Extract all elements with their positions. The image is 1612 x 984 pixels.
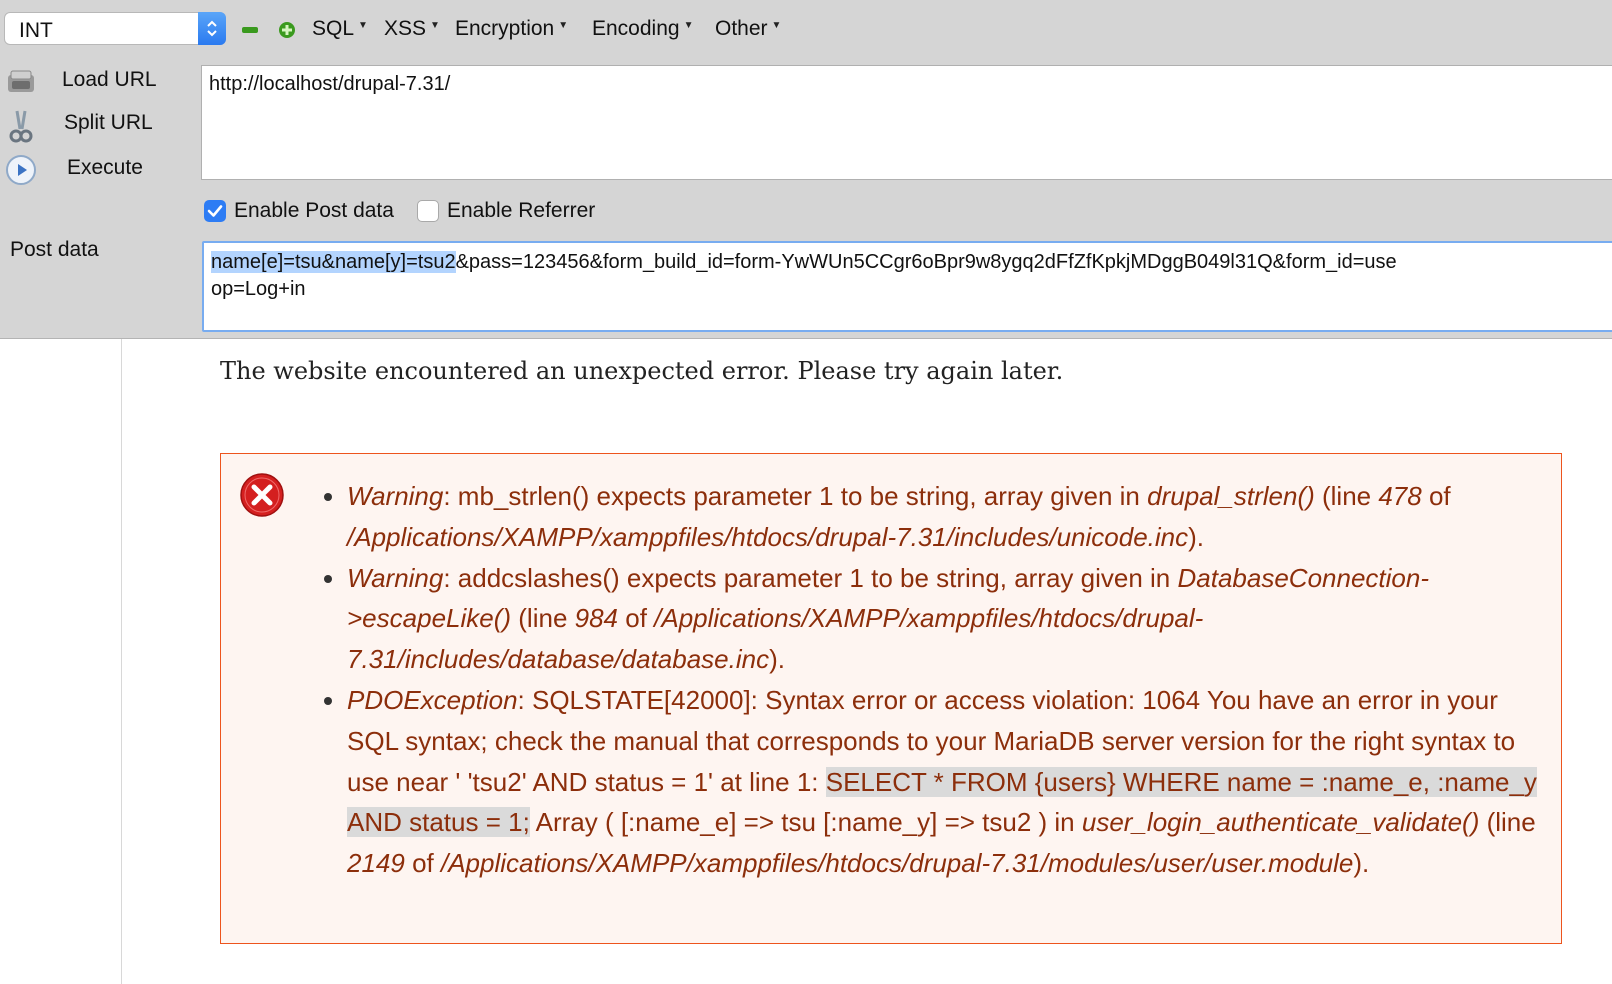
execute-icon [5,154,37,186]
post-data-line-2: op=Log+in [211,278,306,300]
post-data-input[interactable]: name[e]=tsu&name[y]=tsu2&pass=123456&for… [202,241,1612,332]
enable-post-label: Enable Post data [234,199,394,222]
caret-down-icon: ▼ [358,20,368,31]
error-text: Array ( [:name_e] => tsu [:name_y] => ts… [529,807,1082,838]
error-text: of [404,848,441,879]
error-text: (line [511,603,575,634]
hackbar-toolbar: INT SQL ▼ XSS ▼ Encryption ▼ Encoding ▼ Othe… [0,0,1612,339]
minus-icon[interactable] [241,21,259,44]
error-text: ). [1188,521,1205,552]
load-url-icon [5,66,37,98]
caret-down-icon: ▼ [558,20,569,31]
up-down-stepper-icon[interactable] [198,12,226,45]
error-type: Warning [347,562,444,593]
error-text: ). [1353,848,1370,879]
menu-sql[interactable]: SQL ▼ [312,17,368,41]
sidebar-divider [121,339,122,984]
enable-referrer-checkbox[interactable]: Enable Referrer [417,199,617,225]
error-line-number: 478 [1378,481,1422,511]
caret-down-icon: ▼ [771,20,782,31]
post-data-rest: &pass=123456&form_build_id=form-YwWUn5CC… [455,251,1397,273]
load-url-button[interactable]: Load URL [0,62,190,102]
error-item: Warning: addcslashes() expects parameter… [347,558,1547,680]
error-type: Warning [347,481,444,511]
error-text: : addcslashes() expects parameter 1 to b… [443,562,1178,593]
error-list: Warning: mb_strlen() expects parameter 1… [321,476,1547,884]
post-data-line-1: name[e]=tsu&name[y]=tsu2&pass=123456&for… [211,251,1397,274]
error-text: ). [769,644,785,675]
execute-label: Execute [67,156,143,179]
error-text: (line [1314,481,1379,511]
type-select[interactable]: INT [4,12,226,45]
url-value: http://localhost/drupal-7.31/ [209,73,451,95]
menu-label: Encryption [455,17,555,40]
caret-down-icon: ▼ [430,20,440,31]
error-file-path: /Applications/XAMPP/xamppfiles/htdocs/dr… [347,521,1189,552]
error-text: of [1421,481,1451,511]
plus-icon[interactable] [278,21,296,44]
enable-referrer-label: Enable Referrer [447,199,596,222]
split-url-icon [5,109,37,143]
error-item: Warning: mb_strlen() expects parameter 1… [347,476,1547,558]
error-text: of [618,603,655,634]
menu-label: Encoding [592,17,680,40]
post-data-label: Post data [10,238,99,261]
split-url-label: Split URL [64,111,153,134]
execute-button[interactable]: Execute [0,150,190,190]
error-function: user_login_authenticate_validate() [1081,807,1480,838]
url-input[interactable]: http://localhost/drupal-7.31/ [201,65,1612,180]
menu-label: XSS [384,17,427,40]
error-line-number: 984 [574,603,619,634]
menu-label: Other [715,17,768,40]
error-icon [239,472,285,523]
menu-label: SQL [312,17,355,40]
error-headline: The website encountered an unexpected er… [220,357,1064,385]
menu-other[interactable]: Other ▼ [715,17,781,41]
menu-encryption[interactable]: Encryption ▼ [455,17,568,41]
error-line-number: 2149 [347,848,405,879]
error-messages-box: Warning: mb_strlen() expects parameter 1… [220,453,1562,944]
caret-down-icon: ▼ [683,20,694,31]
checkmark-icon [204,200,226,222]
enable-post-checkbox[interactable]: Enable Post data [204,199,414,225]
error-item: PDOException: SQLSTATE[42000]: Syntax er… [347,680,1547,884]
error-type: PDOException [347,684,518,715]
type-select-value: INT [19,19,53,42]
error-text: (line [1479,807,1536,838]
error-file-path: /Applications/XAMPP/xamppfiles/htdocs/dr… [440,848,1354,879]
load-url-label: Load URL [62,68,157,91]
error-function: drupal_strlen() [1147,481,1315,511]
menu-xss[interactable]: XSS ▼ [384,17,440,41]
split-url-button[interactable]: Split URL [0,105,190,145]
menu-encoding[interactable]: Encoding ▼ [592,17,693,41]
post-data-selection: name[e]=tsu&name[y]=tsu2 [211,251,456,273]
error-text: : mb_strlen() expects parameter 1 to be … [443,481,1148,511]
checkbox-empty [417,200,439,222]
